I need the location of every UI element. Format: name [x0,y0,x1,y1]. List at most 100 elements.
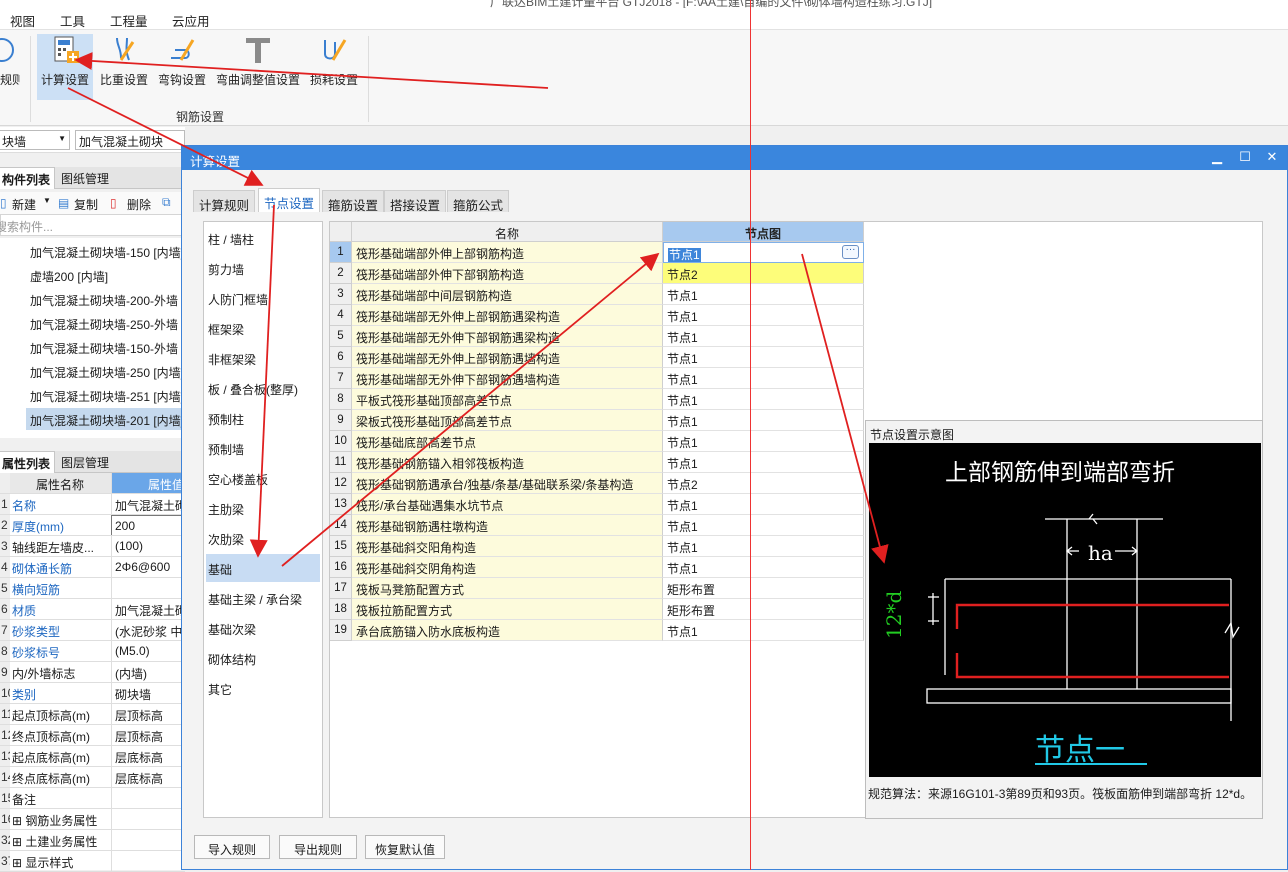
bend-adjust-button[interactable]: 弯曲调整值设置 [213,34,303,100]
property-row[interactable]: 15备注 [0,788,185,809]
new-button[interactable]: 新建 [12,196,36,213]
property-value[interactable]: 层顶标高 [111,725,185,745]
node-value-cell[interactable]: 节点1 [663,326,864,347]
property-value[interactable]: (内墙) [111,662,185,682]
close-icon[interactable]: ✕ [1261,148,1283,168]
menu-tools[interactable]: 工具 [60,11,85,30]
export-rules-button[interactable]: 导出规则 [279,835,357,859]
category-item[interactable]: 剪力墙 [206,254,320,282]
property-value[interactable] [111,788,185,808]
density-settings-button[interactable]: 比重设置 [96,34,152,100]
node-value-cell[interactable]: 节点2 [663,473,864,494]
list-item[interactable]: 加气混凝土砌块墙-250 [内墙] [26,360,186,382]
property-value[interactable]: (M5.0) [111,641,185,661]
tab-drawing-manager[interactable]: 图纸管理 [61,170,109,187]
tab-calc-rules[interactable]: 计算规则 [193,190,256,213]
property-row[interactable]: 14终点底标高(m) 层底标高 [0,767,185,788]
property-row[interactable]: 13起点底标高(m) 层底标高 [0,746,185,767]
property-value[interactable]: 加气混凝土砌 [111,599,185,619]
tab-component-list[interactable]: 构件列表 [0,167,56,189]
list-item-selected[interactable]: 加气混凝土砌块墙-201 [内墙] [26,408,186,430]
tab-lap-settings[interactable]: 搭接设置 [384,190,447,213]
layers-icon[interactable]: ⧉ [162,195,171,210]
node-value-cell[interactable]: 节点1 [663,347,864,368]
node-value-cell[interactable]: 节点1 [663,284,864,305]
list-item[interactable]: 加气混凝土砌块墙-150-外墙 [26,336,186,358]
copy-button[interactable]: 复制 [74,196,98,213]
restore-defaults-button[interactable]: 恢复默认值 [365,835,445,859]
calc-settings-button[interactable]: 计算设置 [37,34,93,100]
property-value[interactable]: 层顶标高 [111,704,185,724]
category-item[interactable]: 空心楼盖板 [206,464,320,492]
node-value-cell[interactable]: 节点1 [663,494,864,515]
property-value[interactable] [111,809,185,829]
property-row[interactable]: 2 厚度(mm) 200 [0,515,185,536]
category-item[interactable]: 砌体结构 [206,644,320,672]
node-value-cell[interactable]: 节点1 [663,515,864,536]
node-value-cell[interactable]: 矩形布置 [663,578,864,599]
category-item[interactable]: 预制柱 [206,404,320,432]
tab-property-list[interactable]: 属性列表 [0,451,56,473]
property-row[interactable]: 11起点顶标高(m) 层顶标高 [0,704,185,725]
node-value-cell[interactable]: 节点1 [663,557,864,578]
category-item[interactable]: 次肋梁 [206,524,320,552]
node-value-cell[interactable]: 节点1 [663,431,864,452]
property-value[interactable]: 加气混凝土砌 [111,494,185,514]
import-rules-button[interactable]: 导入规则 [194,835,270,859]
property-row[interactable]: 9 内/外墙标志 (内墙) [0,662,185,683]
node-value-cell[interactable]: 节点1 [663,452,864,473]
tab-layer-manager[interactable]: 图层管理 [61,454,109,471]
component-type-combo[interactable]: 块墙 ▼ [0,130,70,150]
category-item[interactable]: 柱 / 墙柱 [206,224,320,252]
node-value-cell[interactable]: 节点1 [663,368,864,389]
maximize-icon[interactable]: ☐ [1234,148,1256,168]
category-item[interactable]: 板 / 叠合板(整厚) [206,374,320,402]
property-row[interactable]: 10类别 砌块墙 [0,683,185,704]
property-value[interactable]: (水泥砂浆 中 [111,620,185,640]
category-item[interactable]: 基础次梁 [206,614,320,642]
menu-cloud[interactable]: 云应用 [172,11,210,30]
menu-quantities[interactable]: 工程量 [110,11,148,30]
component-search-input[interactable]: 搜索构件... [0,214,185,236]
node-value-cell[interactable]: 节点1 [663,410,864,431]
category-item-selected[interactable]: 基础 [206,554,320,582]
property-row[interactable]: 8 砂浆标号 (M5.0) [0,641,185,662]
node-value-cell[interactable]: 节点1 ··· [663,242,864,263]
property-value[interactable] [111,578,185,598]
category-item[interactable]: 非框架梁 [206,344,320,372]
tab-stirrup-formula[interactable]: 箍筋公式 [447,190,510,213]
minimize-icon[interactable]: ▁ [1206,148,1228,168]
node-value-cell[interactable]: 节点2 [663,263,864,284]
list-item[interactable]: 加气混凝土砌块墙-200-外墙 [26,288,186,310]
category-item[interactable]: 框架梁 [206,314,320,342]
loss-settings-button[interactable]: 损耗设置 [306,34,362,100]
property-value[interactable] [111,851,185,871]
property-value[interactable]: 层底标高 [111,767,185,787]
category-item[interactable]: 人防门框墙 [206,284,320,312]
category-item[interactable]: 基础主梁 / 承台梁 [206,584,320,612]
delete-button[interactable]: 删除 [127,196,151,213]
menu-view[interactable]: 视图 [10,11,35,30]
property-row[interactable]: 12终点顶标高(m) 层顶标高 [0,725,185,746]
property-row[interactable]: 4 砌体通长筋 2Φ6@600 [0,557,185,578]
property-value[interactable]: 200 [111,515,185,535]
list-item[interactable]: 加气混凝土砌块墙-150 [内墙] [26,240,186,262]
property-row[interactable]: 6 材质 加气混凝土砌 [0,599,185,620]
property-row[interactable]: 7 砂浆类型 (水泥砂浆 中 [0,620,185,641]
property-value[interactable]: 砌块墙 [111,683,185,703]
node-value-cell[interactable]: 节点1 [663,536,864,557]
rules-button-partial[interactable]: 规则 [0,34,20,100]
node-value-cell[interactable]: 矩形布置 [663,599,864,620]
tab-stirrup-settings[interactable]: 箍筋设置 [322,190,385,213]
hook-settings-button[interactable]: 弯钩设置 [154,34,210,100]
property-value[interactable]: 2Φ6@600 [111,557,185,577]
tab-node-settings[interactable]: 节点设置 [258,188,321,212]
node-value-cell[interactable]: 节点1 [663,620,864,641]
property-row[interactable]: 32⊞ 土建业务属性 [0,830,185,851]
property-row[interactable]: 37⊞ 显示样式 [0,851,185,872]
component-name-combo[interactable]: 加气混凝土砌块 [75,130,185,150]
category-item[interactable]: 其它 [206,674,320,702]
property-row[interactable]: 3 轴线距左墙皮... (100) [0,536,185,557]
list-item[interactable]: 虚墙200 [内墙] [26,264,186,286]
property-row[interactable]: 1 名称 加气混凝土砌 [0,494,185,515]
